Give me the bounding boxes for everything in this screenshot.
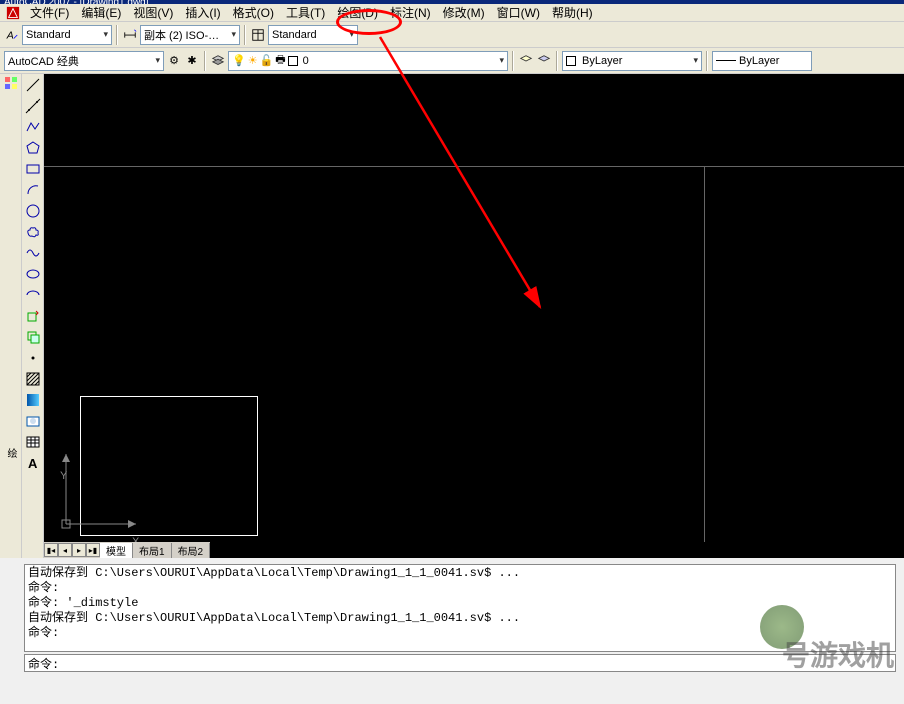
svg-text:A: A: [28, 456, 38, 471]
text-style-value: Standard: [26, 29, 71, 41]
vertical-label: 绘: [3, 448, 18, 458]
command-input[interactable]: 命令:: [24, 654, 896, 672]
gradient-tool[interactable]: [24, 391, 42, 409]
lineweight-dropdown[interactable]: ByLayer: [712, 51, 812, 71]
menu-edit[interactable]: 编辑(E): [75, 4, 127, 22]
polygon-tool[interactable]: [24, 139, 42, 157]
layer-manager-icon[interactable]: [210, 53, 226, 69]
text-style-dropdown[interactable]: Standard▾: [22, 25, 112, 45]
separator: [204, 51, 206, 71]
command-prompt-label: 命令:: [28, 655, 59, 672]
left-panel-bar: 绘: [0, 74, 22, 558]
circle-tool[interactable]: [24, 202, 42, 220]
ellipse-tool[interactable]: [24, 265, 42, 283]
toolbar-row-1: A Standard▾ 副本 (2) ISO-…▾ Standard▾: [0, 22, 904, 48]
workspace-settings-icon[interactable]: ⚙: [166, 53, 182, 69]
rectangle-tool[interactable]: [24, 160, 42, 178]
drawing-canvas[interactable]: Y X ▮◂ ◂ ▸ ▸▮ 模型 布局1 布局2: [44, 74, 904, 558]
ucs-icon: [56, 444, 146, 534]
svg-text:A: A: [6, 29, 14, 41]
main-area: 绘 A Y X: [0, 74, 904, 558]
separator: [244, 25, 246, 45]
mtext-tool[interactable]: A: [24, 454, 42, 472]
cmd-line: 命令:: [28, 626, 892, 641]
separator: [556, 51, 558, 71]
table-style-value: Standard: [272, 29, 317, 41]
tab-prev-button[interactable]: ◂: [58, 543, 72, 557]
workspace-gear-icon[interactable]: ✱: [184, 53, 200, 69]
linetype-dropdown[interactable]: ByLayer ▾: [562, 51, 702, 71]
polyline-tool[interactable]: [24, 118, 42, 136]
tab-layout2[interactable]: 布局2: [172, 543, 211, 558]
menu-file[interactable]: 文件(F): [24, 4, 75, 22]
menu-insert[interactable]: 插入(I): [179, 4, 226, 22]
draw-toolbar: A: [22, 74, 44, 558]
tab-next-button[interactable]: ▸: [72, 543, 86, 557]
menu-bar: 文件(F) 编辑(E) 视图(V) 插入(I) 格式(O) 工具(T) 绘图(D…: [0, 4, 904, 22]
line-tool[interactable]: [24, 76, 42, 94]
insert-block-tool[interactable]: [24, 307, 42, 325]
tab-last-button[interactable]: ▸▮: [86, 543, 100, 557]
layer-off-icon[interactable]: [518, 53, 534, 69]
layer-control-dropdown[interactable]: 💡 ☀ 🔓 🖶 0 ▾: [228, 51, 508, 71]
viewport-divider: [704, 167, 705, 542]
palette-icon[interactable]: [4, 76, 18, 90]
workspace-value: AutoCAD 经典: [8, 53, 79, 69]
toolbar-row-2: AutoCAD 经典▾ ⚙ ✱ 💡 ☀ 🔓 🖶 0 ▾ ByLayer ▾ By…: [0, 48, 904, 74]
cmd-line: 自动保存到 C:\Users\OURUI\AppData\Local\Temp\…: [28, 566, 892, 581]
table-style-icon[interactable]: [250, 27, 266, 43]
layer-color-swatch: [288, 56, 298, 66]
sun-icon: ☀: [248, 54, 258, 67]
cmd-line: 自动保存到 C:\Users\OURUI\AppData\Local\Temp\…: [28, 611, 892, 626]
table-tool[interactable]: [24, 433, 42, 451]
table-style-dropdown[interactable]: Standard▾: [268, 25, 358, 45]
tab-layout1[interactable]: 布局1: [133, 543, 172, 558]
dim-style-value: 副本 (2) ISO-…: [144, 27, 219, 43]
separator: [116, 25, 118, 45]
dim-style-icon[interactable]: [122, 27, 138, 43]
layer-value: 0: [303, 55, 309, 67]
menu-draw[interactable]: 绘图(D): [331, 4, 384, 22]
cmd-line: 命令:: [28, 581, 892, 596]
command-history[interactable]: 自动保存到 C:\Users\OURUI\AppData\Local\Temp\…: [24, 564, 896, 652]
workspace-dropdown[interactable]: AutoCAD 经典▾: [4, 51, 164, 71]
app-icon: [6, 6, 20, 20]
make-block-tool[interactable]: [24, 328, 42, 346]
plot-icon: 🖶: [275, 51, 285, 70]
menu-format[interactable]: 格式(O): [227, 4, 280, 22]
spline-tool[interactable]: [24, 244, 42, 262]
arc-tool[interactable]: [24, 181, 42, 199]
ellipse-arc-tool[interactable]: [24, 286, 42, 304]
lightbulb-icon: 💡: [232, 54, 246, 67]
linetype-value: ByLayer: [582, 55, 622, 67]
color-swatch: [566, 56, 576, 66]
hatch-tool[interactable]: [24, 370, 42, 388]
tab-model[interactable]: 模型: [100, 543, 133, 558]
menu-window[interactable]: 窗口(W): [491, 4, 546, 22]
dim-style-dropdown[interactable]: 副本 (2) ISO-…▾: [140, 25, 240, 45]
layer-prev-icon[interactable]: [536, 53, 552, 69]
menu-dimension[interactable]: 标注(N): [384, 4, 437, 22]
region-tool[interactable]: [24, 412, 42, 430]
separator: [706, 51, 708, 71]
text-style-icon[interactable]: A: [4, 27, 20, 43]
lock-icon: 🔓: [260, 54, 274, 67]
lineweight-value: ByLayer: [739, 55, 779, 67]
revision-cloud-tool[interactable]: [24, 223, 42, 241]
cmd-line: 命令: '_dimstyle: [28, 596, 892, 611]
separator: [512, 51, 514, 71]
construction-line-tool[interactable]: [24, 97, 42, 115]
point-tool[interactable]: [24, 349, 42, 367]
tab-first-button[interactable]: ▮◂: [44, 543, 58, 557]
model-tabs: ▮◂ ◂ ▸ ▸▮ 模型 布局1 布局2: [44, 542, 210, 558]
ucs-y-label: Y: [60, 470, 67, 482]
menu-help[interactable]: 帮助(H): [546, 4, 599, 22]
menu-modify[interactable]: 修改(M): [437, 4, 491, 22]
menu-tools[interactable]: 工具(T): [280, 4, 331, 22]
menu-view[interactable]: 视图(V): [127, 4, 179, 22]
